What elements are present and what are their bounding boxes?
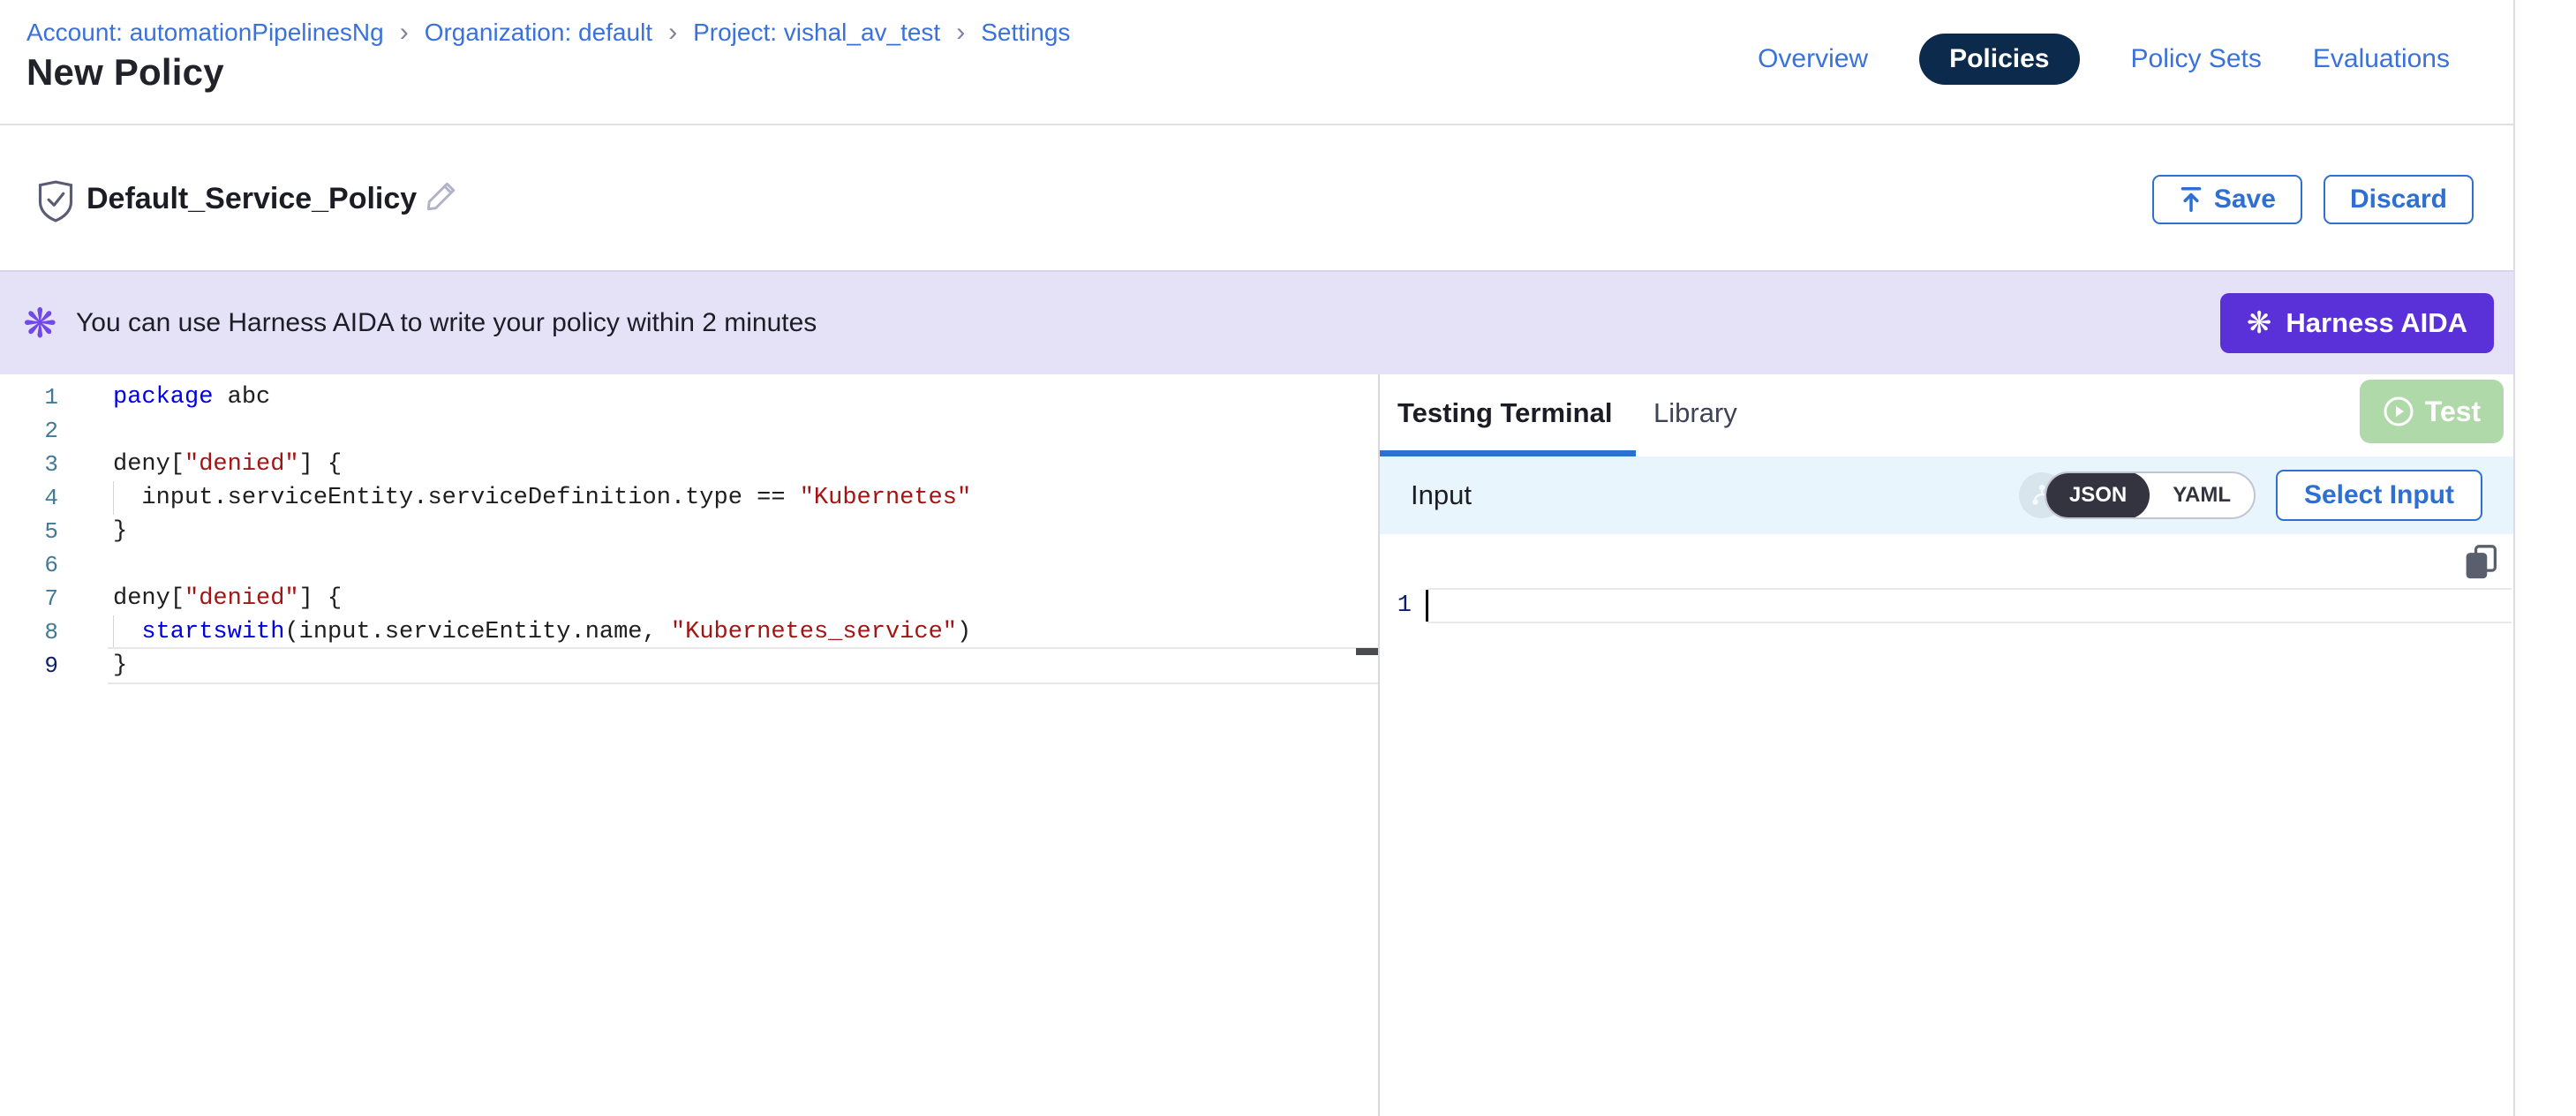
input-editor-line[interactable]: 1 (1380, 588, 2513, 623)
test-button-label: Test (2425, 396, 2481, 428)
discard-button-label: Discard (2350, 185, 2447, 215)
line-number: 5 (0, 515, 67, 548)
code-line-8[interactable]: 8 startswith(input.serviceEntity.name, "… (0, 615, 1378, 649)
line-number: 6 (0, 548, 67, 582)
aida-flower-icon: ❋ (23, 303, 57, 343)
aida-button-label: Harness AIDA (2286, 307, 2467, 339)
page-title: New Policy (26, 51, 224, 94)
aida-banner: ❋ You can use Harness AIDA to write your… (0, 270, 2513, 374)
code-line-7[interactable]: 7deny["denied"] { (0, 582, 1378, 615)
nav-item-policies[interactable]: Policies (1919, 34, 2079, 85)
code-text (67, 414, 113, 448)
breadcrumb-link[interactable]: Settings (981, 19, 1070, 47)
breadcrumb-separator: › (667, 18, 679, 48)
input-line-number: 1 (1380, 588, 1427, 623)
breadcrumb-separator: › (398, 18, 411, 48)
harness-aida-button[interactable]: ❋ Harness AIDA (2220, 293, 2494, 353)
policy-shield-icon (37, 180, 74, 222)
save-button-label: Save (2214, 185, 2276, 215)
text-cursor (1426, 590, 1428, 622)
nav-item-policy-sets[interactable]: Policy Sets (2131, 34, 2262, 85)
policy-toolbar: Default_Service_Policy Save Discard (0, 125, 2513, 270)
page-right-edge (2513, 0, 2515, 1116)
line-number: 3 (0, 448, 67, 481)
select-input-button[interactable]: Select Input (2276, 470, 2482, 521)
code-line-3[interactable]: 3deny["denied"] { (0, 448, 1378, 481)
indent-guide (113, 615, 114, 649)
code-text: package abc (67, 381, 270, 414)
code-line-4[interactable]: 4 input.serviceEntity.serviceDefinition.… (0, 481, 1378, 515)
code-line-2[interactable]: 2 (0, 414, 1378, 448)
code-text: } (67, 649, 127, 682)
copy-input-icon[interactable] (2463, 543, 2498, 582)
code-text (67, 548, 113, 582)
code-line-9[interactable]: 9} (0, 649, 1378, 682)
test-input-editor[interactable]: 1 (1380, 588, 2513, 641)
toolbar-actions: Save Discard (2152, 175, 2474, 224)
code-text: deny["denied"] { (67, 448, 342, 481)
code-text: startswith(input.serviceEntity.name, "Ku… (67, 615, 971, 649)
code-text: input.serviceEntity.serviceDefinition.ty… (67, 481, 971, 515)
play-icon (2383, 396, 2414, 427)
aida-button-flower-icon: ❋ (2247, 308, 2272, 338)
nav-item-overview[interactable]: Overview (1758, 34, 1868, 85)
policy-code-editor[interactable]: 1package abc23deny["denied"] {4 input.se… (0, 374, 1378, 1116)
testing-terminal-panel: Testing Terminal Library Test Input JSON (1380, 374, 2513, 1116)
breadcrumb-link[interactable]: Organization: default (425, 19, 652, 47)
input-section-label: Input (1411, 479, 1472, 511)
input-format-toggle: JSON YAML (2045, 471, 2256, 519)
aida-banner-message: You can use Harness AIDA to write your p… (76, 308, 817, 338)
line-number: 1 (0, 381, 67, 414)
tab-library[interactable]: Library (1653, 397, 1737, 429)
code-text: } (67, 515, 127, 548)
format-option-yaml[interactable]: YAML (2150, 471, 2254, 519)
top-nav: Overview Policies Policy Sets Evaluations (1758, 34, 2450, 85)
code-line-5[interactable]: 5} (0, 515, 1378, 548)
nav-item-evaluations[interactable]: Evaluations (2313, 34, 2450, 85)
code-line-6[interactable]: 6 (0, 548, 1378, 582)
page-header: Account: automationPipelinesNg › Organizat… (0, 0, 2513, 125)
breadcrumb-link[interactable]: Project: vishal_av_test (693, 19, 940, 47)
test-button[interactable]: Test (2360, 380, 2504, 443)
save-button[interactable]: Save (2152, 175, 2302, 224)
indent-guide (113, 481, 114, 515)
line-number: 9 (0, 649, 67, 682)
line-number: 8 (0, 615, 67, 649)
breadcrumb-separator: › (954, 18, 967, 48)
line-number: 4 (0, 481, 67, 515)
line-number: 7 (0, 582, 67, 615)
input-section-bar: Input JSON YAML Select Input (1380, 456, 2513, 534)
input-active-line-highlight (1427, 588, 2512, 623)
edit-policy-name-icon[interactable] (422, 177, 461, 215)
discard-button[interactable]: Discard (2324, 175, 2474, 224)
format-option-json[interactable]: JSON (2046, 471, 2150, 519)
upload-icon (2179, 186, 2203, 213)
code-line-1[interactable]: 1package abc (0, 381, 1378, 414)
policy-editor-page: Account: automationPipelinesNg › Organizat… (0, 0, 2576, 1116)
tab-testing-terminal[interactable]: Testing Terminal (1397, 397, 1612, 429)
code-text: deny["denied"] { (67, 582, 342, 615)
editor-workspace: 1package abc23deny["denied"] {4 input.se… (0, 374, 2576, 1116)
breadcrumb: Account: automationPipelinesNg › Organizat… (26, 18, 1070, 48)
active-tab-underline (1380, 450, 1636, 456)
terminal-tab-bar: Testing Terminal Library Test (1380, 374, 2513, 456)
breadcrumb-link[interactable]: Account: automationPipelinesNg (26, 19, 384, 47)
policy-name: Default_Service_Policy (87, 182, 417, 216)
line-number: 2 (0, 414, 67, 448)
